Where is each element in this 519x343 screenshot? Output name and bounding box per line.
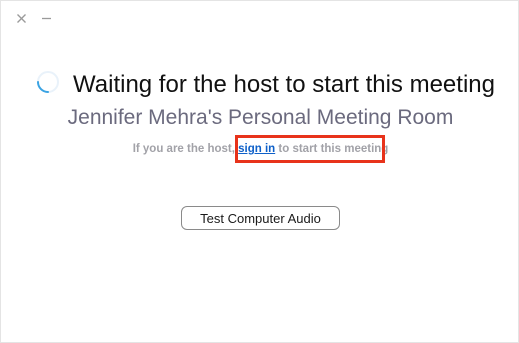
host-sign-in-prompt: If you are the host, sign in to start th…	[1, 141, 519, 157]
test-computer-audio-button[interactable]: Test Computer Audio	[181, 206, 340, 230]
meeting-waiting-window: Waiting for the host to start this meeti…	[0, 0, 519, 343]
meeting-room-name: Jennifer Mehra's Personal Meeting Room	[67, 106, 454, 129]
loading-spinner-icon	[35, 69, 61, 95]
host-prompt-prefix: If you are the host,	[132, 143, 235, 155]
minimize-icon[interactable]	[40, 12, 53, 25]
close-icon[interactable]	[15, 12, 28, 25]
host-prompt-suffix: to start this meeting	[278, 143, 389, 155]
page-title: Waiting for the host to start this meeti…	[73, 71, 495, 98]
window-controls	[15, 12, 53, 25]
sign-in-link[interactable]: sign in	[238, 143, 275, 155]
